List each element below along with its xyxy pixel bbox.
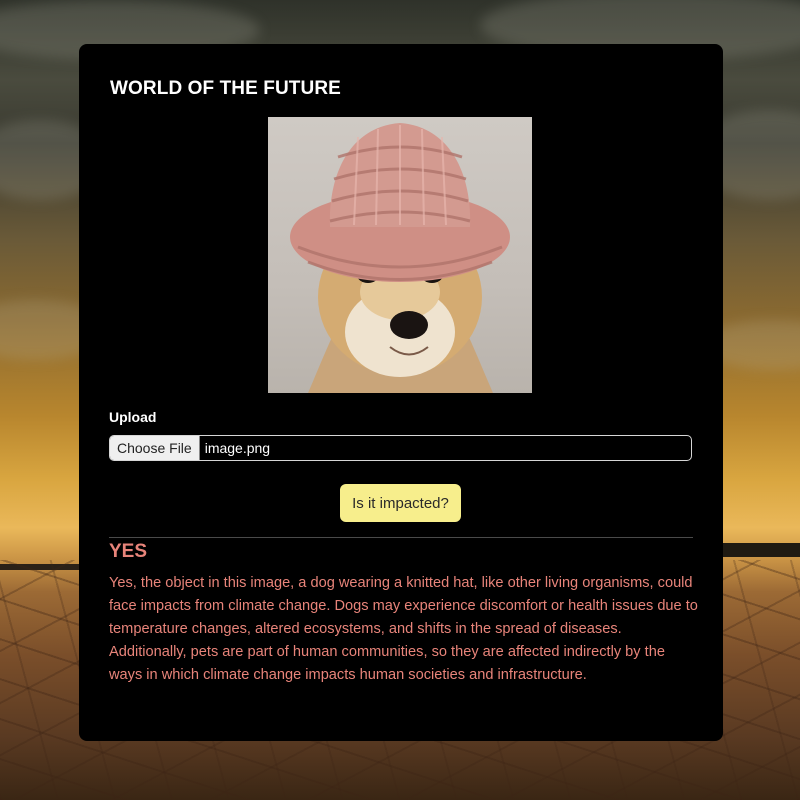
- divider: [109, 537, 693, 538]
- selected-file-name: image.png: [204, 440, 271, 456]
- main-card: WORLD OF THE FUTURE Upload Choose File i…: [79, 44, 723, 741]
- horizon-line: [720, 543, 800, 557]
- page-title: WORLD OF THE FUTURE: [110, 78, 341, 99]
- dog-image: [290, 123, 510, 393]
- is-it-impacted-button[interactable]: Is it impacted?: [340, 484, 461, 522]
- upload-label: Upload: [109, 409, 157, 425]
- file-input[interactable]: Choose File image.png: [109, 435, 692, 461]
- result-explanation: Yes, the object in this image, a dog wea…: [109, 575, 698, 683]
- uploaded-image-preview: [268, 117, 532, 393]
- choose-file-button[interactable]: Choose File: [110, 436, 200, 460]
- result-verdict: YES: [109, 541, 148, 562]
